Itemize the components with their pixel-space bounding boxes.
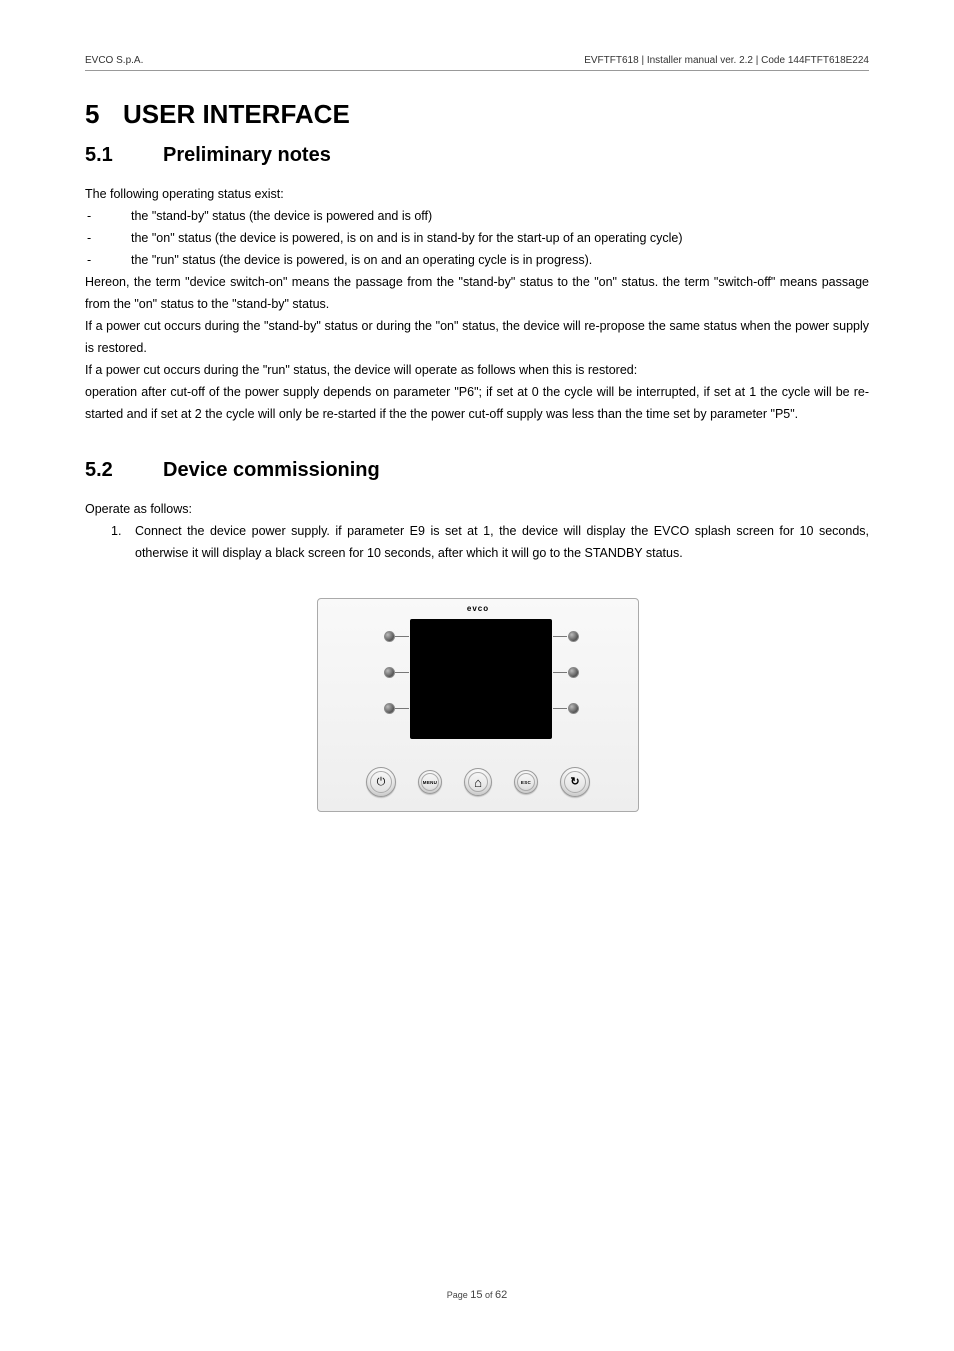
section-5-2-title: Device commissioning (163, 459, 380, 481)
section-5-2-body: Operate as follows: 1. Connect the devic… (85, 498, 869, 564)
numbered-list-item: 1. Connect the device power supply. if p… (85, 520, 869, 564)
page-footer: Page 15 of 62 (0, 1289, 954, 1301)
indicator-dot (384, 667, 395, 678)
connector-line (553, 672, 567, 673)
status-text-3: the "run" status (the device is powered,… (131, 249, 869, 271)
connector-line (395, 672, 409, 673)
item-1-text: Connect the device power supply. if para… (135, 524, 869, 560)
rotate-button: ↻ (560, 767, 590, 797)
list-dash: - (85, 227, 131, 249)
button-ring (468, 772, 488, 792)
section-5-1-title: Preliminary notes (163, 144, 331, 166)
list-dash: - (85, 205, 131, 227)
indicator-dot (384, 631, 395, 642)
section-5-heading: 5USER INTERFACE (85, 99, 869, 130)
document-page: EVCO S.p.A. EVFTFT618 | Installer manual… (0, 0, 954, 1351)
status-item: - the "run" status (the device is powere… (85, 249, 869, 271)
page-header: EVCO S.p.A. EVFTFT618 | Installer manual… (85, 55, 869, 71)
connector-line (553, 708, 567, 709)
section-5-1-heading: 5.1Preliminary notes (85, 144, 869, 167)
footer-prefix: Page (447, 1290, 471, 1300)
connector-line (395, 708, 409, 709)
paragraph-3: If a power cut occurs during the "run" s… (85, 359, 869, 381)
page-total: 62 (495, 1289, 507, 1301)
status-text-1: the "stand-by" status (the device is pow… (131, 205, 869, 227)
device-logo: evco (467, 604, 489, 613)
paragraph-2: If a power cut occurs during the "stand-… (85, 315, 869, 359)
connector-line (395, 636, 409, 637)
status-item: - the "stand-by" status (the device is p… (85, 205, 869, 227)
home-button: ⌂ (464, 768, 492, 796)
section-5-title: USER INTERFACE (123, 99, 350, 129)
button-ring (517, 773, 535, 791)
section-5-number: 5 (85, 99, 123, 130)
intro-text: The following operating status exist: (85, 183, 869, 205)
device-illustration: evco (311, 592, 643, 816)
status-item: - the "on" status (the device is powered… (85, 227, 869, 249)
button-ring (564, 771, 586, 793)
button-ring (370, 771, 392, 793)
connector-line (553, 636, 567, 637)
section-5-2-heading: 5.2Device commissioning (85, 459, 869, 482)
footer-mid: of (483, 1290, 496, 1300)
paragraph-4: operation after cut-off of the power sup… (85, 381, 869, 425)
device-screen (410, 619, 552, 739)
device-button-row: ⏻ MENU ⌂ ESC (318, 767, 638, 797)
menu-button: MENU (418, 770, 442, 794)
header-left: EVCO S.p.A. (85, 55, 143, 66)
list-dash: - (85, 249, 131, 271)
page-current: 15 (470, 1289, 482, 1301)
list-marker-1: 1. (111, 520, 121, 542)
section-5-2-number: 5.2 (85, 459, 163, 482)
section-5-1-number: 5.1 (85, 144, 163, 167)
power-button: ⏻ (366, 767, 396, 797)
status-text-2: the "on" status (the device is powered, … (131, 227, 869, 249)
indicator-dot (568, 703, 579, 714)
header-right: EVFTFT618 | Installer manual ver. 2.2 | … (584, 55, 869, 66)
indicator-dot (568, 631, 579, 642)
esc-button: ESC (514, 770, 538, 794)
operate-text: Operate as follows: (85, 498, 869, 520)
button-ring (421, 773, 439, 791)
status-list: - the "stand-by" status (the device is p… (85, 205, 869, 271)
device-bezel: evco (317, 598, 639, 812)
section-5-2: 5.2Device commissioning Operate as follo… (85, 459, 869, 816)
indicator-dot (384, 703, 395, 714)
device-figure-wrap: evco (85, 592, 869, 816)
paragraph-1: Hereon, the term "device switch-on" mean… (85, 271, 869, 315)
section-5-1-body: The following operating status exist: - … (85, 183, 869, 425)
indicator-dot (568, 667, 579, 678)
